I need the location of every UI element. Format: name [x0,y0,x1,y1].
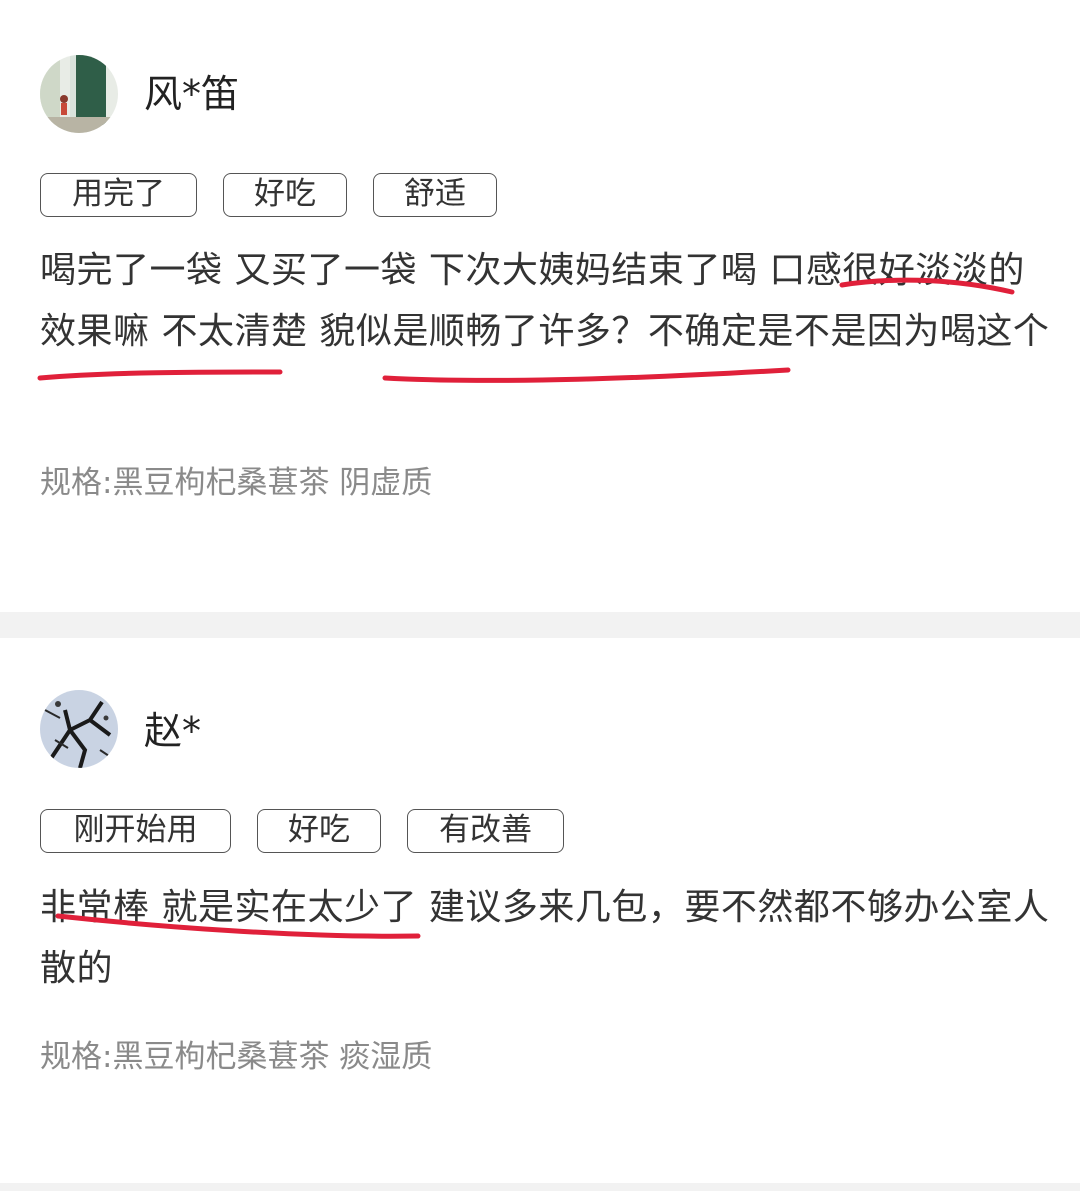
username[interactable]: 风*笛 [144,72,239,116]
user-avatar[interactable] [40,55,118,133]
divider [0,612,1080,638]
tag[interactable]: 用完了 [40,173,197,217]
tag[interactable]: 有改善 [407,809,564,853]
spec-text: 规格:黑豆枸杞桑葚茶 痰湿质 [40,1039,433,1075]
review-card: 赵* 刚开始用 好吃 有改善 非常棒 就是实在太少了 建议多来几包，要不然都不够… [0,638,1080,1183]
review-text: 非常棒 就是实在太少了 建议多来几包，要不然都不够办公室人散的 [40,887,1050,989]
tag[interactable]: 刚开始用 [40,809,231,853]
tag[interactable]: 好吃 [257,809,381,853]
underline-mark [382,367,791,383]
username[interactable]: 赵* [144,709,201,753]
avatar-image [40,55,118,133]
review-text: 喝完了一袋 又买了一袋 下次大姨妈结束了喝 口感很好淡淡的 效果嘛 不太清楚 貌… [40,250,1050,352]
user-avatar[interactable] [40,690,118,768]
underline-mark [37,369,283,381]
tag[interactable]: 好吃 [223,173,347,217]
spec-text: 规格:黑豆枸杞桑葚茶 阴虚质 [40,465,433,501]
avatar-image [40,690,118,768]
review-card: 风*笛 用完了 好吃 舒适 喝完了一袋 又买了一袋 下次大姨妈结束了喝 口感很好… [0,0,1080,612]
divider [0,1183,1080,1191]
tag[interactable]: 舒适 [373,173,497,217]
